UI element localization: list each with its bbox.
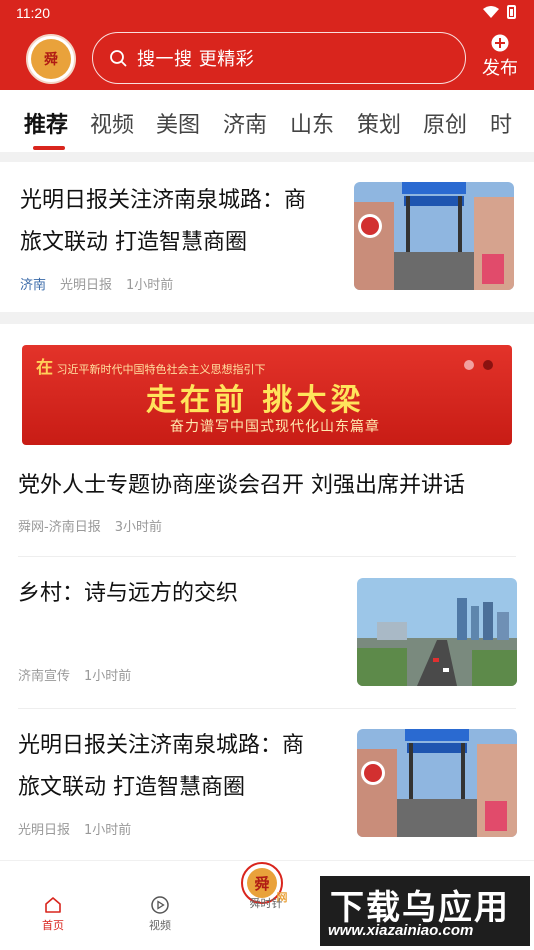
article-source: 光明日报 [60, 278, 113, 293]
article-source: 光明日报 [18, 823, 71, 838]
search-bar[interactable]: 搜一搜 更精彩 [92, 32, 466, 84]
tab-shandong[interactable]: 山东 [290, 107, 334, 139]
tab-recommend[interactable]: 推荐 [24, 107, 68, 139]
app-logo-icon: 舜 [31, 39, 71, 79]
svg-text:舜: 舜 [254, 875, 269, 893]
tab-photos[interactable]: 美图 [156, 107, 200, 139]
banner-seal-text: 在 [36, 358, 53, 378]
article-time: 1小时前 [84, 823, 132, 838]
tab-current[interactable]: 时 [490, 107, 512, 139]
banner-headline: 走在前 挑大梁 [146, 383, 365, 418]
app-logo[interactable]: 舜 [26, 34, 76, 84]
nav-home[interactable]: 首页 [23, 895, 83, 933]
article-title: 党外人士专题协商座谈会召开 刘强出席并讲话 [18, 473, 465, 498]
article-title-line: 旅文联动 打造智慧商圈 [18, 775, 245, 800]
article-meta: 济南宣传 1小时前 [18, 665, 131, 684]
status-time: 11:20 [16, 5, 50, 21]
status-icons [483, 5, 516, 19]
list-item[interactable]: 光明日报关注济南泉城路：商 旅文联动 打造智慧商圈 济南 光明日报 1小时前 [0, 162, 534, 312]
article-thumbnail [357, 729, 517, 837]
search-placeholder: 搜一搜 更精彩 [137, 49, 255, 70]
nav-home-label: 首页 [42, 919, 64, 932]
promo-banner[interactable]: 在 习近平新时代中国特色社会主义思想指引下 走在前 挑大梁 奋力谱写中国式现代化… [22, 345, 512, 445]
watermark-url: www.xiazainiao.com [328, 922, 474, 939]
nav-shun-clock[interactable]: 舜时针 [236, 895, 296, 911]
tab-planning[interactable]: 策划 [357, 107, 401, 139]
status-bar: 11:20 [0, 0, 534, 26]
search-icon [110, 50, 127, 67]
wifi-icon [483, 6, 499, 18]
section-gap [0, 152, 534, 162]
tab-active-indicator [33, 146, 65, 150]
article-tag[interactable]: 济南 [20, 274, 46, 293]
home-icon [45, 897, 61, 913]
battery-icon [507, 5, 516, 19]
play-circle-icon [151, 896, 169, 914]
publish-label: 发布 [482, 58, 518, 79]
banner-sub: 奋力谱写中国式现代化山东篇章 [170, 419, 380, 435]
section-gap [0, 312, 534, 324]
article-thumbnail [357, 578, 517, 686]
list-item[interactable]: 党外人士专题协商座谈会召开 刘强出席并讲话 舜网-济南日报 3小时前 [0, 460, 534, 540]
list-item[interactable]: 乡村：诗与远方的交织 济南宣传 1小时前 [0, 557, 534, 707]
carousel-dot-active[interactable] [483, 360, 493, 370]
article-thumbnail [354, 182, 514, 290]
list-item[interactable]: 光明日报关注济南泉城路：商 旅文联动 打造智慧商圈 光明日报 1小时前 [0, 709, 534, 859]
plus-circle-icon [491, 34, 509, 52]
watermark: 下载乌应用 www.xiazainiao.com [320, 876, 530, 946]
article-meta: 济南 光明日报 1小时前 [20, 274, 173, 293]
article-title-line: 光明日报关注济南泉城路：商 [20, 188, 307, 213]
article-time: 1小时前 [84, 669, 132, 684]
article-title: 光明日报关注济南泉城路：商 旅文联动 打造智慧商圈 [18, 725, 348, 809]
article-time: 3小时前 [114, 520, 162, 535]
nav-video-label: 视频 [149, 919, 171, 932]
tab-jinan[interactable]: 济南 [223, 107, 267, 139]
category-tabs: 推荐 视频 美图 济南 山东 策划 原创 时 [0, 90, 534, 152]
article-meta: 光明日报 1小时前 [18, 819, 131, 838]
article-source: 济南宣传 [18, 669, 71, 684]
tab-video[interactable]: 视频 [90, 107, 134, 139]
article-title-line: 旅文联动 打造智慧商圈 [20, 230, 247, 255]
article-title: 光明日报关注济南泉城路：商 旅文联动 打造智慧商圈 [20, 180, 350, 264]
nav-shun-label: 舜时针 [249, 897, 283, 910]
carousel-dot[interactable] [464, 360, 474, 370]
article-source: 舜网-济南日报 [18, 520, 101, 535]
publish-button[interactable]: 发布 [480, 34, 520, 82]
nav-video[interactable]: 视频 [130, 895, 190, 933]
article-title: 乡村：诗与远方的交织 [18, 581, 239, 606]
app-header: 11:20 舜 搜一搜 更精彩 发布 [0, 0, 534, 90]
tab-original[interactable]: 原创 [423, 107, 467, 139]
article-title-line: 光明日报关注济南泉城路：商 [18, 733, 305, 758]
article-time: 1小时前 [126, 278, 174, 293]
article-meta: 舜网-济南日报 3小时前 [18, 516, 162, 535]
